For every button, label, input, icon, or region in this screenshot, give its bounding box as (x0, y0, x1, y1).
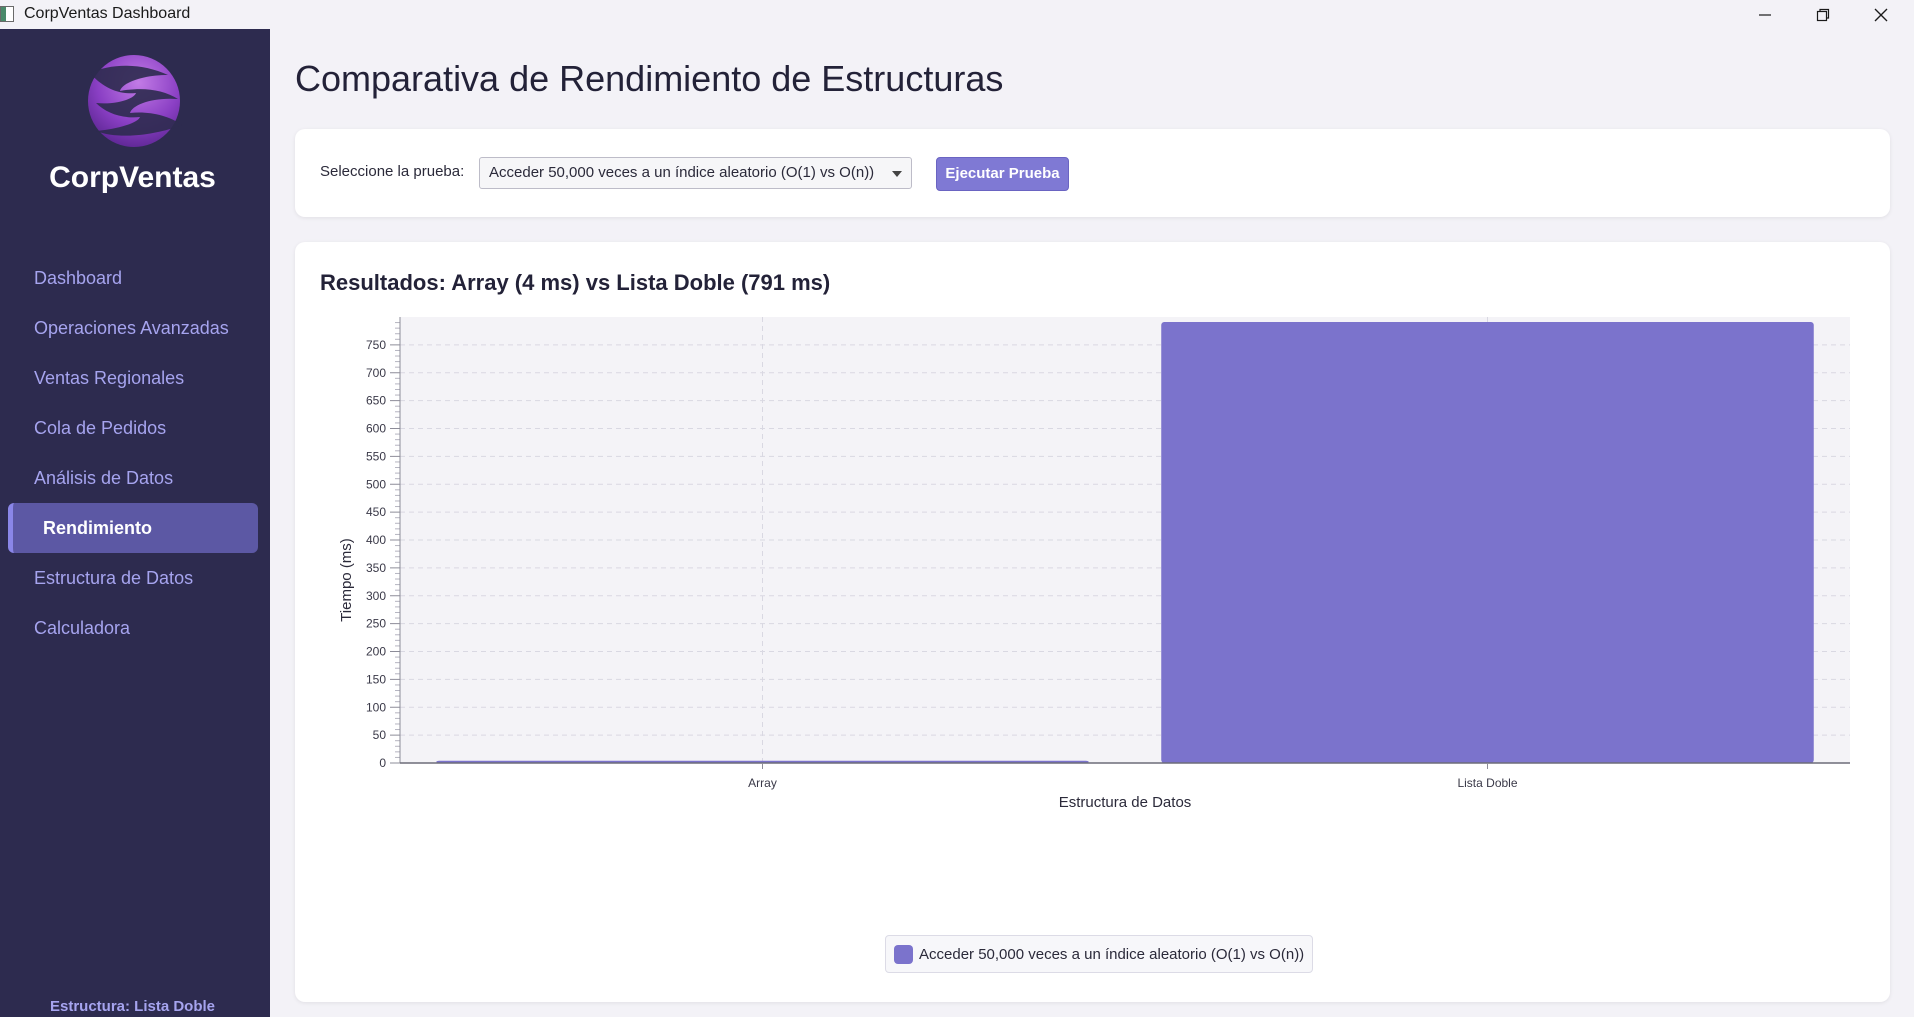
sidebar-item-analisis-de-datos[interactable]: Análisis de Datos (0, 453, 270, 503)
sidebar-item-estructura-de-datos[interactable]: Estructura de Datos (0, 553, 270, 603)
sidebar-item-dashboard[interactable]: Dashboard (0, 253, 270, 303)
y-tick-label: 650 (366, 394, 386, 408)
app-icon (0, 6, 14, 22)
test-controls-card: Seleccione la prueba: Acceder 50,000 vec… (295, 129, 1890, 217)
bar-lista-doble (1161, 322, 1814, 763)
y-tick-label: 500 (366, 477, 386, 491)
window-title: CorpVentas Dashboard (24, 5, 191, 22)
chart-legend: Acceder 50,000 veces a un índice aleator… (885, 935, 1314, 973)
structure-status: Estructura: Lista Doble (49, 998, 216, 1015)
restore-button[interactable] (1794, 0, 1852, 29)
brand-name: CorpVentas (49, 161, 216, 194)
results-card: Resultados: Array (4 ms) vs Lista Doble … (295, 242, 1890, 1002)
restore-icon (1816, 8, 1830, 21)
y-tick-label: 50 (373, 728, 387, 742)
page-title: Comparativa de Rendimiento de Estructura… (295, 58, 1004, 99)
legend-label: Acceder 50,000 veces a un índice aleator… (919, 945, 1305, 963)
y-tick-label: 100 (366, 700, 386, 714)
y-tick-label: 600 (366, 422, 386, 436)
y-tick-label: 550 (366, 449, 386, 463)
minimize-button[interactable] (1736, 0, 1794, 29)
y-tick-label: 250 (366, 617, 386, 631)
y-tick-label: 750 (366, 338, 386, 352)
y-tick-label: 0 (379, 756, 386, 770)
test-select-dropdown[interactable]: Acceder 50,000 veces a un índice aleator… (479, 157, 912, 189)
test-select-value: Acceder 50,000 veces a un índice aleator… (489, 164, 875, 181)
chevron-down-icon (892, 171, 902, 177)
legend-swatch (894, 944, 913, 964)
sidebar-item-operaciones-avanzadas[interactable]: Operaciones Avanzadas (0, 303, 270, 353)
y-axis-label: Tiempo (ms) (338, 538, 355, 622)
y-tick-label: 300 (366, 589, 386, 603)
x-tick-label: Array (748, 776, 777, 790)
sidebar-item-cola-de-pedidos[interactable]: Cola de Pedidos (0, 403, 270, 453)
x-axis-label: Estructura de Datos (1059, 794, 1192, 811)
close-button[interactable] (1852, 0, 1910, 29)
y-tick-label: 200 (366, 645, 386, 659)
sidebar-item-ventas-regionales[interactable]: Ventas Regionales (0, 353, 270, 403)
y-tick-label: 400 (366, 533, 386, 547)
sidebar: CorpVentas Dashboard Operaciones Avanzad… (0, 29, 270, 1017)
close-icon (1874, 8, 1888, 21)
chart-plot-group: 0 50 100 150 200 250 300 350 400 450 500 550 600 650 7… (338, 317, 1850, 811)
window-titlebar: CorpVentas Dashboard (0, 0, 1914, 29)
minimize-icon (1759, 13, 1771, 16)
sidebar-item-calculadora[interactable]: Calculadora (0, 603, 270, 653)
y-tick-label: 450 (366, 505, 386, 519)
run-test-button[interactable]: Ejecutar Prueba (936, 157, 1069, 191)
test-select-label: Seleccione la prueba: (320, 163, 465, 180)
y-tick-label: 700 (366, 366, 386, 380)
x-tick-label: Lista Doble (1457, 776, 1517, 790)
performance-bar-chart: 0 50 100 150 200 250 300 350 400 450 500 550 600 650 7… (338, 317, 1850, 811)
y-tick-label: 350 (366, 561, 386, 575)
corpventas-logo (88, 55, 182, 147)
y-tick-label: 150 (366, 672, 386, 686)
sidebar-item-rendimiento[interactable]: Rendimiento (8, 503, 258, 553)
